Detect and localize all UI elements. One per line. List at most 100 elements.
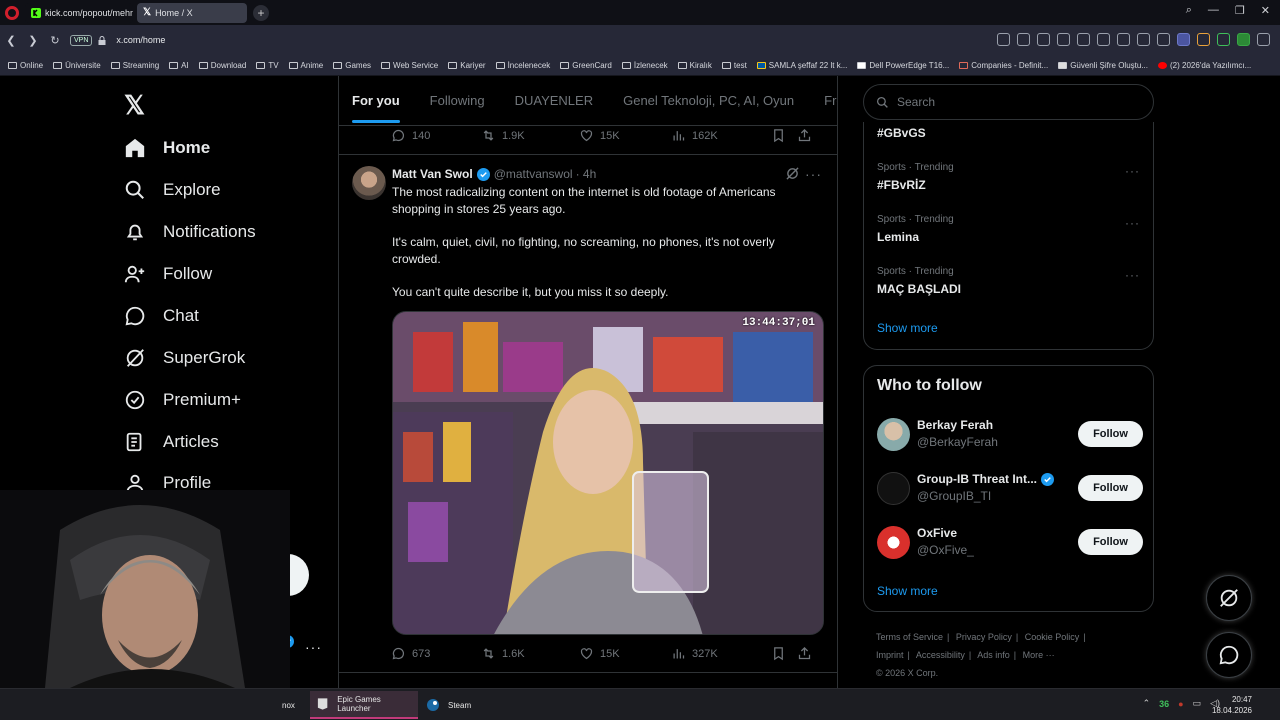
- messages-fab-button[interactable]: [1206, 632, 1252, 678]
- terms-link[interactable]: Terms of Service: [876, 632, 943, 642]
- bookmark-link[interactable]: (2) 2026'da Yazılımcı...: [1158, 61, 1251, 70]
- grok-icon[interactable]: [786, 167, 799, 180]
- reload-icon[interactable]: ↻: [44, 34, 66, 47]
- tray-badge[interactable]: 36: [1159, 699, 1169, 709]
- tray-chevron-icon[interactable]: ⌃: [1143, 698, 1151, 709]
- search-tabs-icon[interactable]: ⌕: [1186, 4, 1192, 17]
- follow-button[interactable]: Follow: [1078, 475, 1143, 501]
- views-button[interactable]: 162K: [671, 128, 771, 143]
- download-icon[interactable]: [1137, 33, 1150, 46]
- back-icon[interactable]: ❮: [0, 34, 22, 47]
- trend-item[interactable]: Sports · Trending Lemina ···: [877, 214, 1147, 244]
- nav-item-follow[interactable]: Follow: [124, 259, 212, 289]
- privacy-link[interactable]: Privacy Policy: [956, 632, 1012, 642]
- grok-fab-button[interactable]: [1206, 575, 1252, 621]
- more-link[interactable]: More ···: [1023, 650, 1055, 660]
- share-button[interactable]: [797, 646, 818, 661]
- cookie-link[interactable]: Cookie Policy: [1025, 632, 1080, 642]
- browser-tab-kick[interactable]: kick.com/popout/mehme: [25, 2, 133, 23]
- bookmark-heart-icon[interactable]: [1117, 33, 1130, 46]
- avatar[interactable]: [877, 472, 910, 505]
- bookmark-folder[interactable]: test: [721, 61, 747, 70]
- search-input[interactable]: Search: [863, 84, 1154, 120]
- bookmark-link[interactable]: Güvenli Şifre Oluştu...: [1058, 61, 1148, 70]
- imprint-link[interactable]: Imprint: [876, 650, 904, 660]
- bookmark-folder[interactable]: İzlenecek: [621, 61, 668, 70]
- ads-info-link[interactable]: Ads info: [977, 650, 1010, 660]
- taskbar-partial-label[interactable]: nox: [282, 691, 295, 719]
- avatar[interactable]: [352, 166, 386, 200]
- tab-duayenler[interactable]: DUAYENLER: [515, 76, 594, 125]
- bookmark-folder[interactable]: İncelenecek: [495, 61, 550, 70]
- share-icon[interactable]: [1017, 33, 1030, 46]
- bookmark-folder[interactable]: Online: [8, 61, 43, 70]
- follow-suggestion[interactable]: Group-IB Threat Int... @GroupIB_TI Follo…: [877, 470, 1143, 510]
- tray-app-icon[interactable]: ●: [1178, 699, 1183, 709]
- trend-item[interactable]: Sports · Trending #FBvRİZ ···: [877, 162, 1147, 192]
- bookmark-folder[interactable]: TV: [256, 61, 279, 70]
- bookmark-folder[interactable]: Kiralık: [677, 61, 712, 70]
- more-icon[interactable]: ···: [1125, 216, 1140, 230]
- nav-item-notifications[interactable]: Notifications: [124, 217, 256, 247]
- network-icon[interactable]: ▭: [1193, 698, 1202, 709]
- extension-puzzle-icon[interactable]: [1257, 33, 1270, 46]
- tab-for-you[interactable]: For you: [352, 76, 400, 125]
- extension-shield-icon[interactable]: [1217, 33, 1230, 46]
- bookmark-folder[interactable]: Anime: [288, 61, 323, 70]
- taskbar-app-epic[interactable]: Epic Games Launcher: [310, 691, 418, 719]
- trend-item[interactable]: Sports · Trending MAÇ BAŞLADI ···: [877, 266, 1147, 296]
- tweet-time[interactable]: · 4h: [576, 167, 597, 181]
- bookmark-folder[interactable]: AI: [169, 61, 189, 70]
- profile-icon[interactable]: [1177, 33, 1190, 46]
- tweet-video[interactable]: 13:44:37;01: [392, 311, 824, 635]
- show-more-link[interactable]: Show more: [877, 321, 938, 335]
- avatar[interactable]: [877, 526, 910, 559]
- x-logo-icon[interactable]: 𝕏: [124, 90, 145, 121]
- share-button[interactable]: [797, 128, 818, 143]
- author-name[interactable]: Matt Van Swol: [392, 167, 473, 181]
- nav-item-articles[interactable]: Articles: [124, 427, 219, 457]
- follow-suggestion[interactable]: OxFive @OxFive_ Follow: [877, 524, 1143, 564]
- opera-logo-icon[interactable]: [5, 5, 19, 20]
- bookmark-link[interactable]: Dell PowerEdge T16...: [857, 61, 949, 70]
- bookmark-folder[interactable]: Üniversite: [53, 61, 101, 70]
- follow-suggestion[interactable]: Berkay Ferah @BerkayFerah Follow: [877, 416, 1143, 456]
- nav-item-chat[interactable]: Chat: [124, 301, 199, 331]
- nav-item-supergrok[interactable]: SuperGrok: [124, 343, 245, 373]
- url-field[interactable]: x.com/home: [116, 35, 165, 45]
- show-more-link[interactable]: Show more: [877, 584, 938, 598]
- browser-tab-x-home[interactable]: 𝕏 Home / X: [137, 2, 247, 23]
- translate-icon[interactable]: [1077, 33, 1090, 46]
- accessibility-link[interactable]: Accessibility: [916, 650, 965, 660]
- like-button[interactable]: 15K: [579, 646, 671, 661]
- menu-icon[interactable]: [1157, 33, 1170, 46]
- bookmark-folder[interactable]: Games: [333, 61, 371, 70]
- repost-button[interactable]: 1.6K: [481, 646, 579, 661]
- author-handle[interactable]: @mattvanswol: [494, 167, 573, 181]
- bookmark-folder[interactable]: Streaming: [110, 61, 159, 70]
- taskbar-app-steam[interactable]: Steam: [420, 691, 500, 719]
- bookmark-folder[interactable]: Download: [198, 61, 246, 70]
- bookmark-button[interactable]: [771, 128, 797, 143]
- extension-color-icon[interactable]: [1197, 33, 1210, 46]
- bookmark-folder[interactable]: GreenCard: [560, 61, 612, 70]
- play-icon[interactable]: [1097, 33, 1110, 46]
- settings-icon[interactable]: [1057, 33, 1070, 46]
- nav-item-home[interactable]: Home: [124, 133, 210, 163]
- bookmark-folder[interactable]: Kariyer: [448, 61, 486, 70]
- trend-item[interactable]: #GBvGS: [877, 126, 1147, 140]
- follow-button[interactable]: Follow: [1078, 421, 1143, 447]
- bookmark-link[interactable]: Companies - Definit...: [959, 61, 1048, 70]
- close-icon[interactable]: ✕: [1261, 4, 1270, 17]
- reply-button[interactable]: 673: [391, 646, 481, 661]
- more-icon[interactable]: ···: [1125, 268, 1140, 282]
- nav-item-explore[interactable]: Explore: [124, 175, 221, 205]
- taskbar-clock[interactable]: 20:47 18.04.2026: [1212, 694, 1252, 716]
- more-icon[interactable]: ···: [1125, 164, 1140, 178]
- like-button[interactable]: 15K: [579, 128, 671, 143]
- tweet-more-icon[interactable]: ···: [805, 166, 822, 182]
- tab-following[interactable]: Following: [430, 76, 485, 125]
- forward-icon[interactable]: ❯: [22, 34, 44, 47]
- avatar[interactable]: [877, 418, 910, 451]
- views-button[interactable]: 327K: [671, 646, 771, 661]
